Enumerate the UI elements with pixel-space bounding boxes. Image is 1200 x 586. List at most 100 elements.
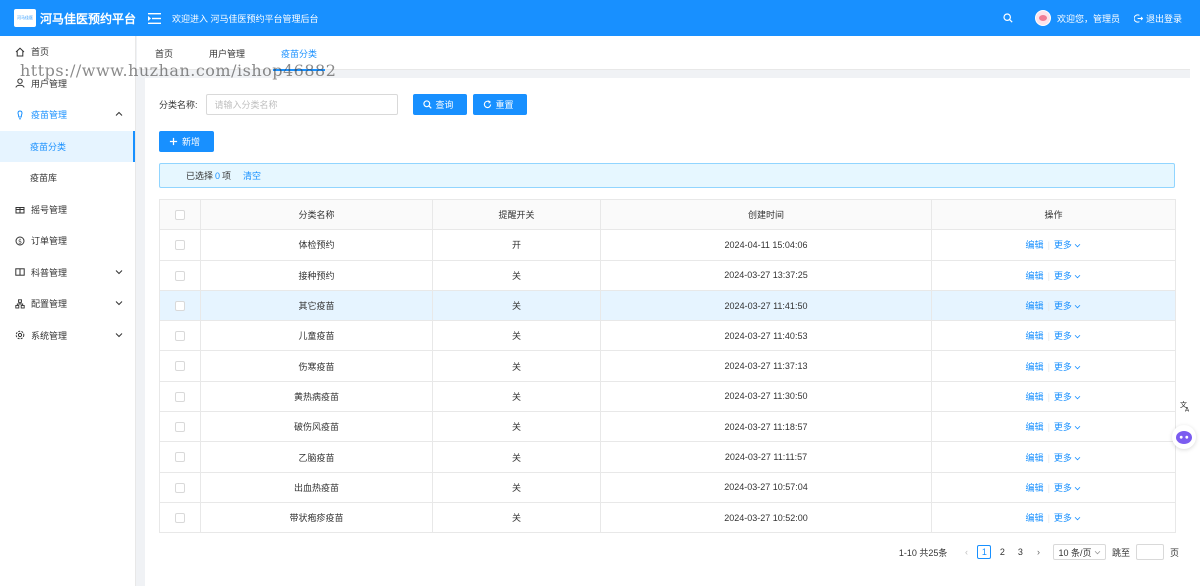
scrollbar[interactable] — [1190, 36, 1200, 586]
remind-switch-cell: 开 — [432, 229, 601, 261]
translate-icon[interactable]: 文A — [1178, 398, 1192, 412]
sidebar-item-vaccine-library[interactable]: 疫苗库 — [0, 162, 135, 194]
more-dropdown[interactable]: 更多 — [1054, 422, 1082, 432]
edit-link[interactable]: 编辑 — [1026, 483, 1044, 493]
row-checkbox[interactable] — [175, 391, 185, 402]
chevron-down-icon — [1075, 274, 1081, 279]
menu-fold-icon[interactable] — [148, 11, 162, 25]
row-checkbox[interactable] — [175, 422, 185, 433]
edit-link[interactable]: 编辑 — [1026, 392, 1044, 402]
tab-users[interactable]: 用户管理 — [191, 36, 263, 70]
search-icon[interactable] — [1003, 12, 1015, 24]
page-size-select[interactable]: 10 条/页 — [1053, 544, 1106, 560]
plus-icon — [169, 137, 178, 146]
logo-area[interactable]: 河马佳医 河马佳医预约平台 — [0, 0, 136, 36]
edit-link[interactable]: 编辑 — [1026, 331, 1044, 341]
logout-label: 退出登录 — [1145, 13, 1182, 24]
divider: | — [1047, 513, 1050, 524]
more-dropdown[interactable]: 更多 — [1054, 483, 1082, 493]
column-header[interactable]: 创建时间 — [600, 199, 932, 231]
reset-button[interactable]: 重置 — [472, 94, 527, 115]
column-header[interactable]: 提醒开关 — [432, 199, 601, 231]
sidebar-item-users[interactable]: 用户管理 — [0, 68, 135, 100]
sidebar-item-number[interactable]: 摇号管理 — [0, 194, 135, 226]
category-name-input[interactable] — [205, 94, 398, 115]
jump-page-input[interactable] — [1135, 544, 1164, 560]
prev-page-icon[interactable]: ‹ — [959, 545, 973, 559]
next-page-icon[interactable]: › — [1031, 545, 1045, 559]
filter-label: 分类名称: — [159, 100, 198, 110]
select-all-checkbox[interactable] — [175, 209, 185, 220]
avatar[interactable] — [1034, 10, 1051, 26]
table-row[interactable]: 儿童疫苗关 2024-03-27 11:40:53 编辑 | 更多 — [159, 320, 1176, 352]
add-button[interactable]: 新增 — [159, 131, 214, 152]
edit-link[interactable]: 编辑 — [1026, 301, 1044, 311]
edit-link[interactable]: 编辑 — [1026, 513, 1044, 523]
table-row[interactable]: 破伤风疫苗关 2024-03-27 11:18:57 编辑 | 更多 — [159, 411, 1176, 443]
sidebar-item-config[interactable]: 配置管理 — [0, 288, 135, 320]
home-icon — [15, 47, 25, 57]
row-checkbox[interactable] — [175, 240, 185, 251]
table-row[interactable]: 出血热疫苗关 2024-03-27 10:57:04 编辑 | 更多 — [159, 472, 1176, 503]
row-select-cell — [159, 320, 201, 352]
table-row[interactable]: 体检预约开 2024-04-11 15:04:06 编辑 | 更多 — [159, 229, 1176, 261]
actions-cell: 编辑 | 更多 — [931, 320, 1176, 352]
edit-link[interactable]: 编辑 — [1026, 453, 1044, 463]
row-select-cell — [159, 290, 201, 322]
edit-link[interactable]: 编辑 — [1026, 271, 1044, 281]
remind-switch-cell: 关 — [432, 441, 601, 473]
row-checkbox[interactable] — [175, 482, 185, 493]
edit-link[interactable]: 编辑 — [1026, 422, 1044, 432]
more-dropdown[interactable]: 更多 — [1054, 453, 1082, 463]
user-greeting[interactable]: 欢迎您，管理员 — [1057, 12, 1120, 25]
edit-link[interactable]: 编辑 — [1026, 362, 1044, 372]
column-header[interactable]: 分类名称 — [200, 199, 433, 231]
assistant-icon[interactable] — [1172, 425, 1196, 449]
table-row[interactable]: 接种预约关 2024-03-27 13:37:25 编辑 | 更多 — [159, 260, 1176, 291]
row-select-cell — [159, 229, 201, 261]
column-header: 操作 — [931, 199, 1176, 231]
row-checkbox[interactable] — [175, 512, 185, 523]
chevron-down-icon — [1075, 456, 1081, 460]
more-dropdown[interactable]: 更多 — [1054, 513, 1082, 523]
created-time-cell: 2024-03-27 11:40:53 — [600, 320, 932, 352]
page-2[interactable]: 2 — [995, 545, 1009, 559]
category-table: 分类名称 提醒开关 创建时间 操作 体检预约开 2024-04-11 15:04:… — [159, 199, 1176, 534]
sidebar-item-vaccine[interactable]: 疫苗管理 — [0, 99, 135, 131]
sidebar-item-orders[interactable]: $ 订单管理 — [0, 225, 135, 257]
table-row[interactable]: 黄热病疫苗关 2024-03-27 11:30:50 编辑 | 更多 — [159, 381, 1176, 413]
logout-button[interactable]: 退出登录 — [1133, 12, 1182, 25]
tab-home[interactable]: 首页 — [137, 36, 191, 70]
edit-link[interactable]: 编辑 — [1026, 240, 1044, 250]
row-checkbox[interactable] — [175, 361, 185, 372]
row-checkbox[interactable] — [175, 300, 185, 311]
more-dropdown[interactable]: 更多 — [1054, 331, 1082, 341]
page-3[interactable]: 3 — [1013, 545, 1027, 559]
row-checkbox[interactable] — [175, 331, 185, 342]
row-select-cell — [159, 381, 201, 413]
table-row[interactable]: 其它疫苗关 2024-03-27 11:41:50 编辑 | 更多 — [159, 290, 1176, 322]
row-checkbox[interactable] — [175, 270, 185, 281]
table-row[interactable]: 乙脑疫苗关 2024-03-27 11:11:57 编辑 | 更多 — [159, 441, 1176, 473]
more-dropdown[interactable]: 更多 — [1054, 362, 1082, 372]
sidebar-item-science[interactable]: 科普管理 — [0, 257, 135, 289]
more-dropdown[interactable]: 更多 — [1054, 271, 1082, 281]
sidebar-item-vaccine-category[interactable]: 疫苗分类 — [0, 130, 135, 162]
table-row[interactable]: 带状疱疹疫苗关 2024-03-27 10:52:00 编辑 | 更多 — [159, 502, 1176, 534]
query-button[interactable]: 查询 — [412, 94, 467, 115]
more-dropdown[interactable]: 更多 — [1054, 301, 1082, 311]
clear-selection-link[interactable]: 清空 — [243, 169, 261, 182]
page-1[interactable]: 1 — [977, 545, 992, 559]
more-label: 更多 — [1053, 240, 1072, 251]
tab-vaccine-category[interactable]: 疫苗分类 — [263, 36, 335, 71]
actions-cell: 编辑 | 更多 — [931, 260, 1176, 291]
sidebar-item-home[interactable]: 首页 — [0, 36, 135, 68]
table-row[interactable]: 伤寒疫苗关 2024-03-27 11:37:13 编辑 | 更多 — [159, 350, 1176, 382]
more-dropdown[interactable]: 更多 — [1054, 240, 1082, 250]
category-name-cell: 体检预约 — [200, 229, 433, 261]
more-dropdown[interactable]: 更多 — [1054, 392, 1082, 402]
row-checkbox[interactable] — [175, 452, 185, 463]
more-label: 更多 — [1053, 482, 1072, 493]
created-time-cell: 2024-03-27 11:41:50 — [600, 290, 932, 322]
sidebar-item-system[interactable]: 系统管理 — [0, 320, 135, 352]
